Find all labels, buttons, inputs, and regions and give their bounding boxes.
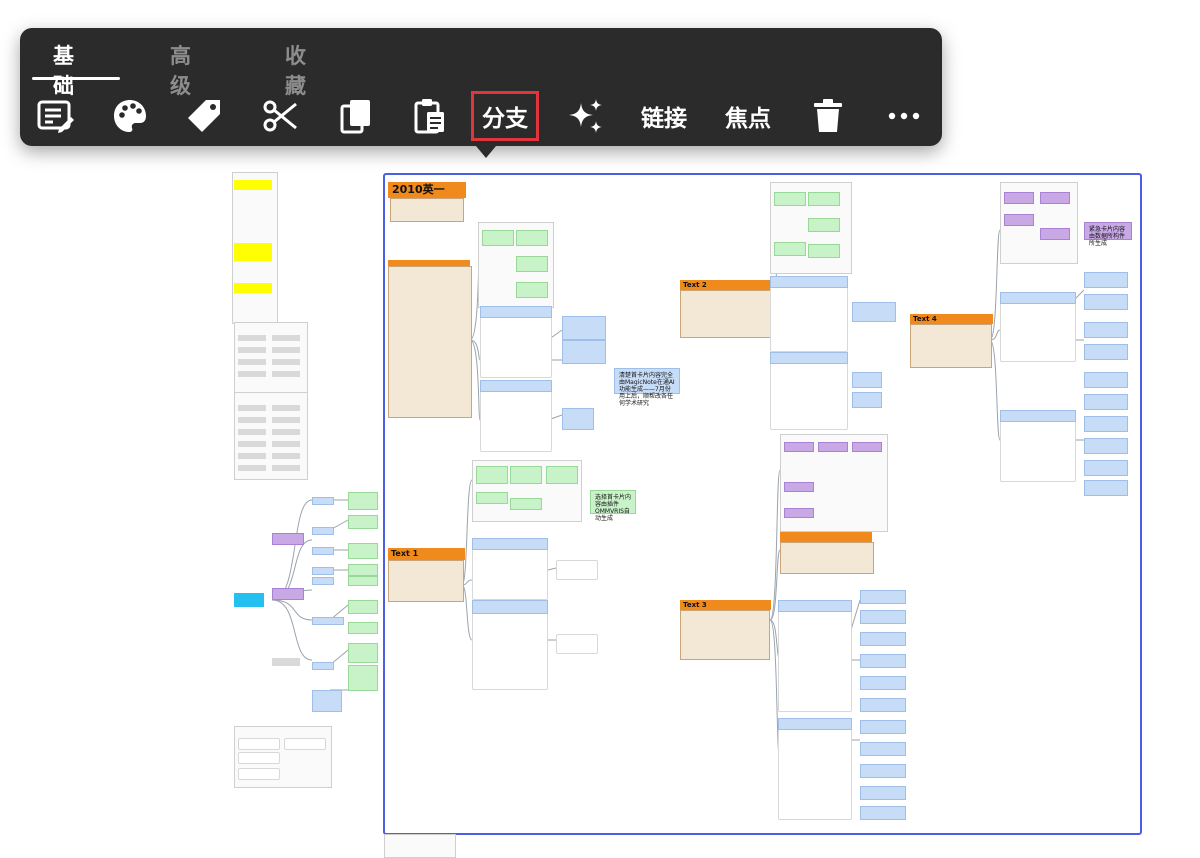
card-text2[interactable]: Text 2 xyxy=(680,280,773,290)
text-card[interactable] xyxy=(778,718,852,820)
card-image[interactable] xyxy=(388,266,472,418)
trash-icon xyxy=(814,99,842,132)
card-header xyxy=(780,532,872,542)
toolbar-tools: 分支 链接 焦点 xyxy=(20,90,942,142)
more-icon xyxy=(888,112,920,120)
link-button[interactable]: 链接 xyxy=(636,94,692,138)
edit-text-icon xyxy=(37,100,74,133)
card-image xyxy=(680,290,772,338)
card-text1[interactable]: Text 1 xyxy=(388,548,465,560)
yellow-highlight xyxy=(234,180,272,190)
focus-button[interactable]: 焦点 xyxy=(720,94,776,138)
ai-button[interactable] xyxy=(566,94,606,138)
tag-icon xyxy=(188,100,220,132)
paste-icon xyxy=(414,99,444,134)
bottom-frame[interactable] xyxy=(384,834,456,858)
yellow-highlight xyxy=(234,243,272,261)
copy-icon xyxy=(340,100,370,134)
edit-text-button[interactable] xyxy=(36,94,76,138)
focus-label: 焦点 xyxy=(725,106,771,132)
card-image xyxy=(388,560,464,602)
card-image xyxy=(390,198,464,222)
tag-button[interactable] xyxy=(184,94,224,138)
link-label: 链接 xyxy=(641,106,687,132)
paste-button[interactable] xyxy=(410,94,450,138)
branch-label: 分支 xyxy=(482,106,528,132)
copy-button[interactable] xyxy=(336,94,376,138)
style-button[interactable] xyxy=(110,94,150,138)
note-blue-1[interactable]: 清楚首卡片内容完全由MagicNote在通AI功能生成——7月份用上后，顺帮改各… xyxy=(614,368,680,407)
branch-node[interactable] xyxy=(272,658,300,666)
card-image xyxy=(680,610,770,660)
cut-button[interactable] xyxy=(260,94,300,138)
floating-toolbar: 基础 高级 收藏 分支 链接 焦点 xyxy=(20,28,942,158)
more-button[interactable] xyxy=(884,94,924,138)
branch-button[interactable]: 分支 xyxy=(471,91,539,141)
card-text4[interactable]: Text 4 xyxy=(910,314,993,324)
card-text3[interactable]: Text 3 xyxy=(680,600,771,610)
note-purple-1[interactable]: 紧急卡片内容由数据所构件所生成 xyxy=(1084,222,1132,247)
card-image xyxy=(780,542,874,574)
left-frame-grid[interactable] xyxy=(234,322,308,394)
root-node[interactable] xyxy=(234,593,264,607)
scissors-icon xyxy=(263,100,297,132)
card-image xyxy=(910,324,992,368)
note-green-1[interactable]: 选择首卡片内容由插件OMMVRIS自动生成 xyxy=(590,490,636,522)
palette-icon xyxy=(114,100,146,132)
text-card[interactable] xyxy=(778,600,852,712)
yellow-highlight xyxy=(234,283,272,293)
active-tab-indicator xyxy=(32,77,120,80)
branch-node[interactable] xyxy=(272,588,304,600)
branch-node[interactable] xyxy=(272,533,304,545)
sparkle-icon xyxy=(569,99,602,133)
delete-button[interactable] xyxy=(808,94,848,138)
card-title-2010[interactable]: 2010英一 xyxy=(388,182,466,198)
